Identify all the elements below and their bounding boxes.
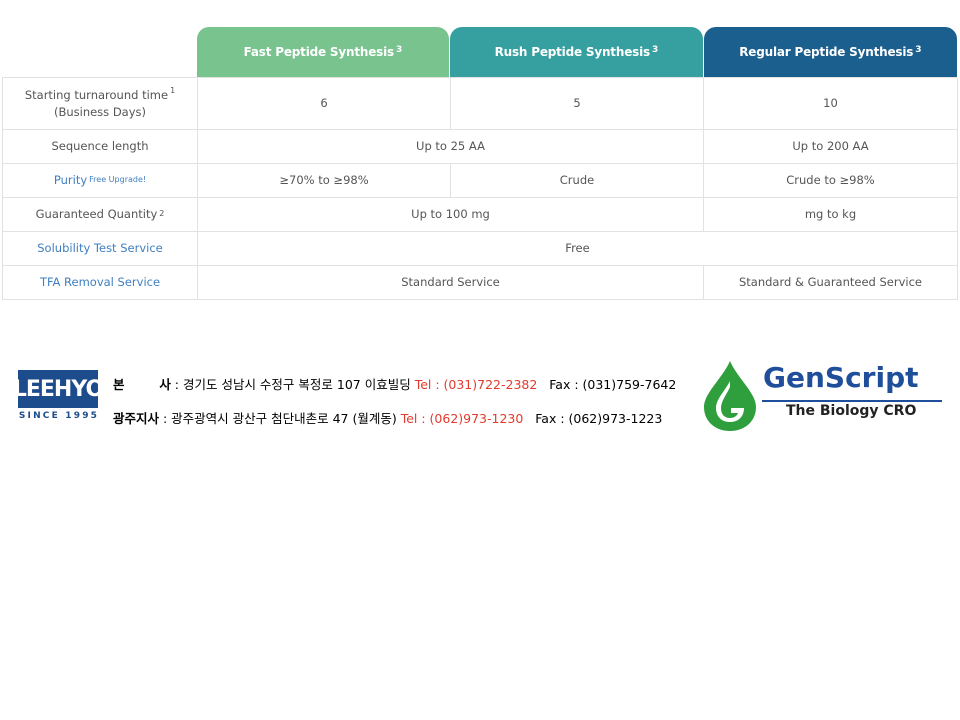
sequence-regular: Up to 200 AA bbox=[704, 130, 958, 164]
tfa-fast-rush: Standard Service bbox=[198, 266, 704, 300]
branch-fax: Fax : (062)973-1223 bbox=[535, 411, 663, 426]
hq-title: 본 사 bbox=[113, 377, 171, 392]
header-rush-peptide: Rush Peptide Synthesis 3 bbox=[450, 27, 703, 77]
header-fast-peptide: Fast Peptide Synthesis 3 bbox=[196, 27, 450, 77]
branch-title: 광주지사 bbox=[113, 411, 160, 426]
row-label-solubility-link[interactable]: Solubility Test Service bbox=[3, 232, 198, 266]
header-regular-peptide: Regular Peptide Synthesis 3 bbox=[703, 27, 957, 77]
leehyo-wordmark: LEEHYO bbox=[13, 370, 104, 408]
table-header-row: Fast Peptide Synthesis 3 Rush Peptide Syn… bbox=[2, 27, 957, 77]
company-footer: LEEHYO SINCE 1995 본 사 : 경기도 성남시 수정구 복정로 … bbox=[0, 350, 960, 450]
tfa-regular: Standard & Guaranteed Service bbox=[704, 266, 958, 300]
quantity-fast-rush: Up to 100 mg bbox=[198, 198, 704, 232]
row-label-purity-link[interactable]: Purity Free Upgrade! bbox=[3, 164, 198, 198]
row-label-tfa-link[interactable]: TFA Removal Service bbox=[3, 266, 198, 300]
table-body: Starting turnaround time 1 (Business Days… bbox=[2, 77, 958, 300]
hq-fax: Fax : (031)759-7642 bbox=[549, 377, 677, 392]
genscript-underline bbox=[762, 400, 942, 402]
turnaround-regular: 10 bbox=[704, 78, 958, 130]
genscript-logo: GenScript The Biology CRO bbox=[700, 355, 950, 435]
purity-rush: Crude bbox=[451, 164, 704, 198]
sequence-fast-rush: Up to 25 AA bbox=[198, 130, 704, 164]
turnaround-rush: 5 bbox=[451, 78, 704, 130]
solubility-all: Free bbox=[198, 232, 958, 266]
purity-regular: Crude to ≥98% bbox=[704, 164, 958, 198]
genscript-tagline: The Biology CRO bbox=[786, 403, 917, 419]
peptide-comparison-table: Fast Peptide Synthesis 3 Rush Peptide Syn… bbox=[2, 27, 958, 300]
branch-address: : 광주광역시 광산구 첨단내촌로 47 (월계동) bbox=[159, 411, 401, 426]
purity-fast: ≥70% to ≥98% bbox=[198, 164, 451, 198]
branch-tel: Tel : (062)973-1230 bbox=[400, 411, 524, 426]
row-label-sequence-length: Sequence length bbox=[3, 130, 198, 164]
quantity-regular: mg to kg bbox=[704, 198, 958, 232]
turnaround-fast: 6 bbox=[198, 78, 451, 130]
branch-address-line: 광주지사 : 광주광역시 광산구 첨단내촌로 47 (월계동) Tel : (0… bbox=[113, 408, 662, 427]
hq-tel: Tel : (031)722-2382 bbox=[414, 377, 538, 392]
hq-address-line: 본 사 : 경기도 성남시 수정구 복정로 107 이효빌딩 Tel : (03… bbox=[113, 374, 676, 393]
hq-address: : 경기도 성남시 수정구 복정로 107 이효빌딩 bbox=[170, 377, 415, 392]
row-label-turnaround: Starting turnaround time 1 (Business Days… bbox=[3, 78, 198, 130]
header-spacer bbox=[2, 27, 197, 77]
leehyo-logo: LEEHYO SINCE 1995 bbox=[13, 370, 104, 436]
row-label-guaranteed-quantity: Guaranteed Quantity 2 bbox=[3, 198, 198, 232]
genscript-drop-icon bbox=[704, 361, 756, 431]
genscript-wordmark: GenScript bbox=[763, 361, 919, 394]
leehyo-since: SINCE 1995 bbox=[18, 411, 100, 421]
